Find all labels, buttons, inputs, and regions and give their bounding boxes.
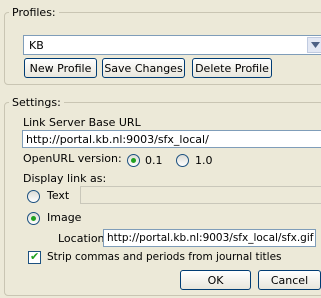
chevron-down-icon[interactable] bbox=[307, 37, 321, 53]
location-value: http://portal.kb.nl:9003/sfx_local/sfx.g… bbox=[107, 232, 314, 244]
location-label: Location bbox=[58, 232, 105, 245]
profile-select[interactable]: KB bbox=[23, 35, 321, 55]
link-server-label: Link Server Base URL bbox=[23, 116, 141, 129]
display-link-label: Display link as: bbox=[23, 172, 107, 185]
location-field[interactable]: http://portal.kb.nl:9003/sfx_local/sfx.g… bbox=[103, 229, 316, 247]
settings-legend: Settings: bbox=[12, 96, 61, 109]
strip-punctuation-label: Strip commas and periods from journal ti… bbox=[47, 251, 282, 263]
display-text-field[interactable] bbox=[80, 186, 321, 204]
display-image-radio[interactable] bbox=[27, 212, 40, 225]
link-server-url-value: http://portal.kb.nl:9003/sfx_local/ bbox=[26, 133, 209, 146]
save-changes-button[interactable]: Save Changes bbox=[102, 58, 185, 78]
new-profile-button[interactable]: New Profile bbox=[24, 58, 97, 78]
profile-select-value: KB bbox=[29, 39, 44, 52]
display-text-label: Text bbox=[47, 189, 70, 202]
openurl-1-0-radio[interactable] bbox=[176, 154, 189, 167]
openurl-1-0-label: 1.0 bbox=[195, 154, 213, 167]
delete-profile-button[interactable]: Delete Profile bbox=[192, 58, 272, 78]
display-image-label: Image bbox=[47, 211, 82, 224]
strip-punctuation-checkbox[interactable] bbox=[28, 250, 41, 264]
display-text-radio[interactable] bbox=[27, 190, 40, 203]
link-server-url-field[interactable]: http://portal.kb.nl:9003/sfx_local/ bbox=[22, 130, 321, 148]
cancel-button[interactable]: Cancel bbox=[258, 270, 321, 290]
openurl-version-label: OpenURL version: bbox=[23, 152, 122, 165]
openurl-0-1-radio[interactable] bbox=[127, 154, 140, 167]
ok-button[interactable]: OK bbox=[180, 270, 251, 290]
profiles-legend: Profiles: bbox=[12, 6, 56, 19]
openurl-0-1-label: 0.1 bbox=[145, 154, 163, 167]
